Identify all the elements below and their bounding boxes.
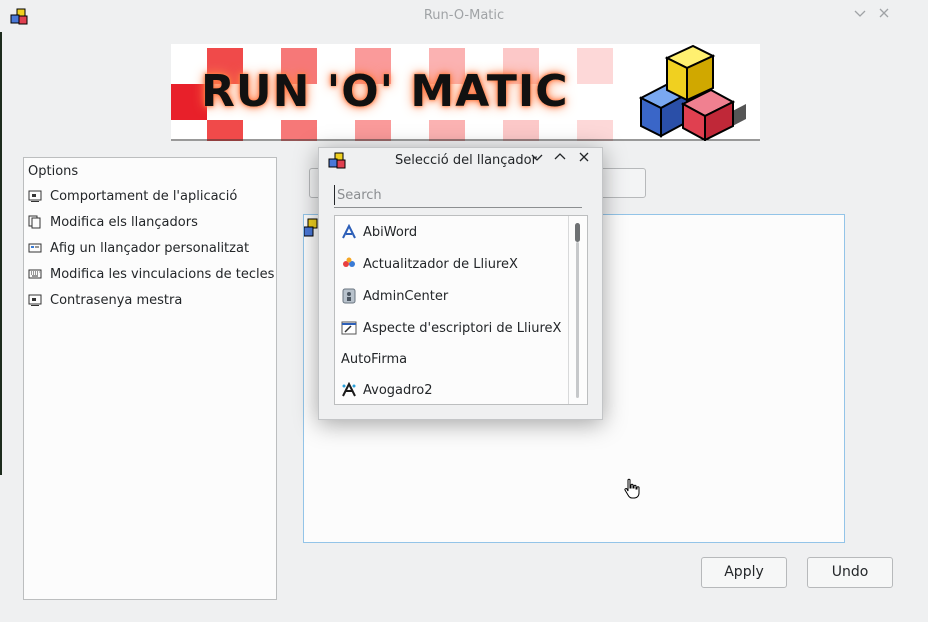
- launcher-list[interactable]: AbiWord Actualitzador de LliureX AdminCe…: [334, 215, 588, 405]
- list-item-desktop-appearance[interactable]: Aspecte d'escriptori de LliureX: [341, 317, 561, 339]
- keyboard-icon: [28, 269, 42, 279]
- option-master-password[interactable]: Contrasenya mestra: [28, 289, 182, 311]
- list-item-lliurex-updater[interactable]: Actualitzador de LliureX: [341, 253, 518, 275]
- password-icon: [28, 294, 42, 306]
- undo-button[interactable]: Undo: [807, 557, 893, 588]
- copy-icon: [28, 215, 41, 229]
- avogadro-icon: [342, 382, 356, 397]
- chevron-down-icon: [531, 154, 543, 161]
- option-label: Comportament de l'aplicació: [50, 188, 238, 204]
- banner-text: RUN 'O' MATIC: [201, 66, 569, 117]
- list-item-label: AdminCenter: [363, 288, 449, 304]
- dialog-title: Selecció del llançador: [395, 153, 537, 168]
- option-label: Modifica les vinculacions de tecles: [50, 266, 275, 282]
- banner-logo: RUN 'O' MATIC: [171, 44, 760, 141]
- option-label: Afig un llançador personalitzat: [50, 240, 250, 256]
- list-item-avogadro2[interactable]: Avogadro2: [341, 379, 433, 401]
- minimize-button[interactable]: [851, 7, 869, 25]
- window-edge: [0, 32, 2, 475]
- hand-cursor-icon: [624, 478, 640, 499]
- partial-launcher-icon: [304, 218, 318, 237]
- dialog-close-button[interactable]: [576, 151, 592, 169]
- updater-icon: [343, 257, 355, 267]
- option-key-bindings[interactable]: Modifica les vinculacions de tecles: [28, 263, 274, 285]
- dialog-minimize-button[interactable]: [529, 151, 545, 169]
- list-item-admincenter[interactable]: AdminCenter: [341, 285, 448, 307]
- chevron-up-icon: [554, 153, 566, 160]
- search-input[interactable]: [334, 185, 585, 205]
- option-label: Contrasenya mestra: [50, 292, 183, 308]
- option-edit-launchers[interactable]: Modifica els llançadors: [28, 211, 198, 233]
- list-item-label: Actualitzador de LliureX: [363, 256, 518, 272]
- window-settings-icon: [28, 190, 42, 202]
- admincenter-icon: [342, 288, 356, 304]
- option-app-behaviour[interactable]: Comportament de l'aplicació: [28, 185, 237, 207]
- list-item-label: AbiWord: [363, 224, 418, 240]
- list-item-label: AutoFirma: [341, 351, 408, 367]
- launcher-selection-dialog: Selecció del llançador AbiWord Actualitz…: [318, 147, 603, 420]
- list-item-label: Aspecte d'escriptori de LliureX: [363, 320, 562, 336]
- option-add-custom-launcher[interactable]: Afig un llançador personalitzat: [28, 237, 249, 259]
- add-launcher-icon: [28, 243, 42, 253]
- dialog-maximize-button[interactable]: [552, 151, 568, 169]
- options-title: Options: [28, 164, 79, 179]
- options-panel: Options Comportament de l'aplicació Modi…: [23, 157, 277, 600]
- option-label: Modifica els llançadors: [50, 214, 198, 230]
- apply-button[interactable]: Apply: [701, 557, 787, 588]
- close-icon: [879, 8, 889, 18]
- close-icon: [579, 152, 589, 162]
- desktop-appearance-icon: [341, 321, 357, 335]
- list-scrollbar[interactable]: [568, 216, 587, 404]
- window-titlebar: Run-O-Matic: [0, 0, 928, 32]
- scrollbar-thumb[interactable]: [575, 223, 580, 242]
- list-item-abiword[interactable]: AbiWord: [341, 221, 417, 243]
- abiword-icon: [342, 224, 356, 239]
- close-button[interactable]: [875, 7, 893, 25]
- window-title: Run-O-Matic: [423, 8, 505, 23]
- chevron-down-icon: [854, 10, 866, 17]
- list-item-label: Avogadro2: [363, 382, 433, 398]
- run-o-matic-app-icon: [328, 152, 346, 169]
- scrollbar-track[interactable]: [576, 242, 579, 398]
- list-item-autofirma[interactable]: AutoFirma: [341, 348, 407, 370]
- search-field-wrapper: [334, 185, 585, 208]
